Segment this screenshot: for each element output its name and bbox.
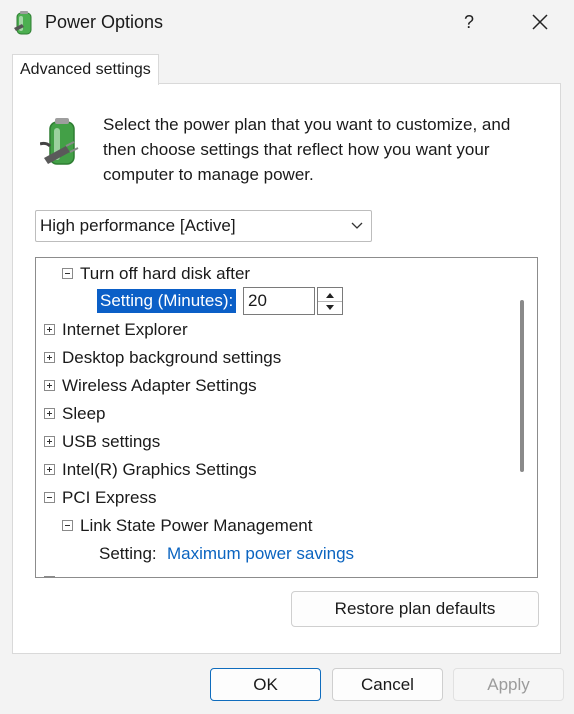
power-options-icon: [14, 11, 32, 35]
link-state-setting-value[interactable]: Maximum power savings: [167, 542, 354, 566]
power-plan-dropdown[interactable]: High performance [Active]: [35, 210, 372, 242]
power-plan-value: High performance [Active]: [40, 216, 236, 235]
collapse-icon[interactable]: [44, 492, 55, 503]
spin-down-button[interactable]: [318, 301, 342, 314]
title-bar: Power Options ?: [0, 0, 574, 46]
cancel-button[interactable]: Cancel: [332, 668, 443, 701]
collapse-icon[interactable]: [62, 520, 73, 531]
tree-item-desktop-background[interactable]: Desktop background settings: [44, 346, 444, 370]
expand-icon[interactable]: [44, 576, 55, 577]
link-state-setting-row: Setting: Maximum power savings: [99, 542, 499, 566]
window-title: Power Options: [45, 12, 164, 32]
tree-item-wireless-adapter[interactable]: Wireless Adapter Settings: [44, 374, 444, 398]
expand-icon[interactable]: [44, 408, 55, 419]
expand-icon[interactable]: [44, 380, 55, 391]
expand-icon[interactable]: [44, 436, 55, 447]
tree-item-internet-explorer[interactable]: Internet Explorer: [44, 318, 444, 342]
tab-advanced-settings[interactable]: Advanced settings: [12, 54, 159, 85]
chevron-down-icon: [351, 222, 363, 229]
tree-item-pci-express[interactable]: PCI Express: [44, 486, 444, 510]
close-icon: [532, 14, 548, 30]
tree-item-sleep[interactable]: Sleep: [44, 402, 444, 426]
minutes-spinner: [317, 287, 343, 315]
apply-button[interactable]: Apply: [453, 668, 564, 701]
setting-minutes-label: Setting (Minutes):: [97, 289, 237, 313]
tree-item-intel-graphics[interactable]: Intel(R) Graphics Settings: [44, 458, 444, 482]
collapse-icon[interactable]: [62, 268, 73, 279]
minutes-input[interactable]: 20: [243, 287, 315, 315]
intro-description: Select the power plan that you want to c…: [103, 115, 511, 184]
expand-icon[interactable]: [44, 352, 55, 363]
close-button[interactable]: [520, 4, 560, 40]
tree-item-link-state-power[interactable]: Link State Power Management: [62, 514, 462, 538]
arrow-down-icon: [326, 305, 334, 310]
tree-item-partial[interactable]: [44, 570, 444, 577]
tree-item-usb-settings[interactable]: USB settings: [44, 430, 444, 454]
spin-up-button[interactable]: [318, 288, 342, 302]
tree-scrollbar-thumb[interactable]: [520, 300, 524, 472]
expand-icon[interactable]: [44, 464, 55, 475]
battery-plug-icon: [40, 118, 79, 165]
tree-item-turn-off-hard-disk[interactable]: Turn off hard disk after: [62, 262, 362, 286]
ok-button[interactable]: OK: [210, 668, 321, 701]
arrow-up-icon: [326, 293, 334, 298]
restore-defaults-button[interactable]: Restore plan defaults: [291, 591, 539, 627]
help-button[interactable]: ?: [452, 4, 486, 40]
expand-icon[interactable]: [44, 324, 55, 335]
settings-tree[interactable]: Turn off hard disk after Setting (Minute…: [35, 257, 538, 578]
link-state-setting-label: Setting:: [99, 544, 157, 563]
